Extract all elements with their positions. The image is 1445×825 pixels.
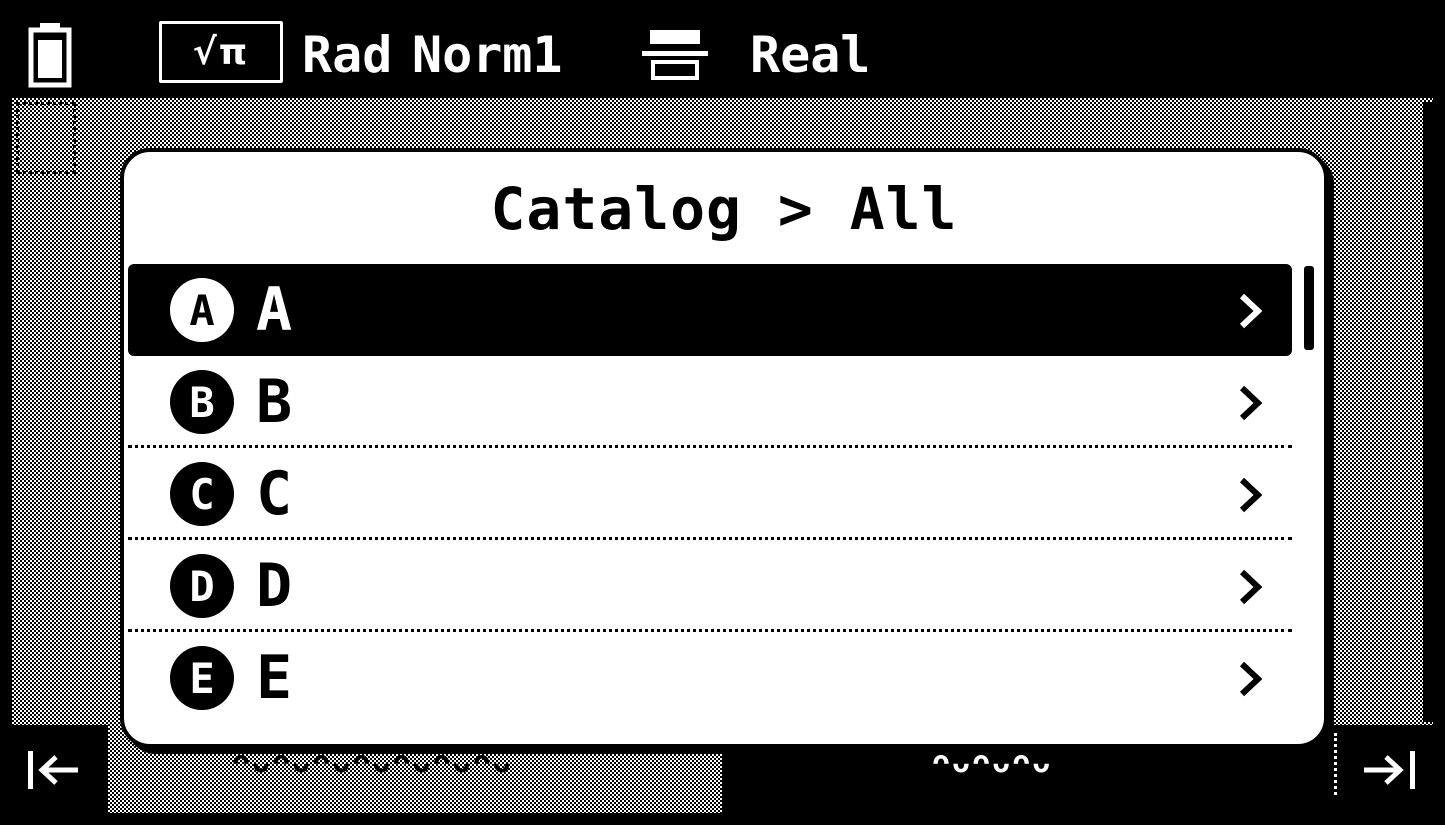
letter-b-badge-icon: B xyxy=(170,370,234,434)
fraction-format-icon xyxy=(642,30,708,80)
display-format-indicator: Norm1 xyxy=(412,26,563,84)
desktop-edge xyxy=(1423,102,1433,722)
catalog-item-label: D xyxy=(256,551,293,621)
battery-icon xyxy=(28,23,72,88)
catalog-item-b[interactable]: B B xyxy=(128,356,1292,448)
chevron-right-icon xyxy=(1239,385,1262,421)
chevron-right-icon xyxy=(1239,661,1262,697)
math-mode-indicator: √π xyxy=(159,21,283,83)
catalog-item-d[interactable]: D D xyxy=(128,540,1292,632)
cursor-placeholder xyxy=(16,102,76,174)
catalog-item-a[interactable]: A A xyxy=(128,264,1292,356)
chevron-right-icon xyxy=(1239,477,1262,513)
chevron-right-icon xyxy=(1239,293,1262,329)
catalog-list: A A B B C C D D E E xyxy=(128,264,1292,724)
letter-a-badge-icon: A xyxy=(170,278,234,342)
status-bar: √π Rad Norm1 Real xyxy=(12,12,1433,98)
catalog-item-label: B xyxy=(256,367,293,437)
angle-unit-indicator: Rad xyxy=(302,26,393,84)
letter-c-badge-icon: C xyxy=(170,462,234,526)
soft-key-left[interactable] xyxy=(12,725,108,813)
catalog-item-c[interactable]: C C xyxy=(128,448,1292,540)
catalog-item-label: E xyxy=(256,643,293,713)
number-domain-indicator: Real xyxy=(750,26,871,84)
catalog-item-e[interactable]: E E xyxy=(128,632,1292,724)
sqrt-pi-icon: √π xyxy=(192,31,250,73)
letter-d-badge-icon: D xyxy=(170,554,234,618)
soft-key-right[interactable] xyxy=(1330,725,1433,813)
soft-key-divider xyxy=(1334,733,1337,795)
scroll-left-icon xyxy=(28,751,78,789)
scroll-right-icon xyxy=(1364,751,1415,789)
chevron-right-icon xyxy=(1239,569,1262,605)
letter-e-badge-icon: E xyxy=(170,646,234,710)
catalog-dialog: Catalog > All A A B B C C D D E E xyxy=(120,148,1328,748)
list-scrollbar[interactable] xyxy=(1304,266,1314,350)
dialog-title: Catalog > All xyxy=(490,175,958,243)
catalog-item-label: C xyxy=(256,459,293,529)
calculator-screen: √π Rad Norm1 Real ᴖᴗᴖᴗᴖᴗᴖᴗᴖᴗᴖᴗᴖᴗ ᴖᴗᴖᴗᴖᴗ xyxy=(12,12,1433,813)
catalog-item-label: A xyxy=(256,275,293,345)
